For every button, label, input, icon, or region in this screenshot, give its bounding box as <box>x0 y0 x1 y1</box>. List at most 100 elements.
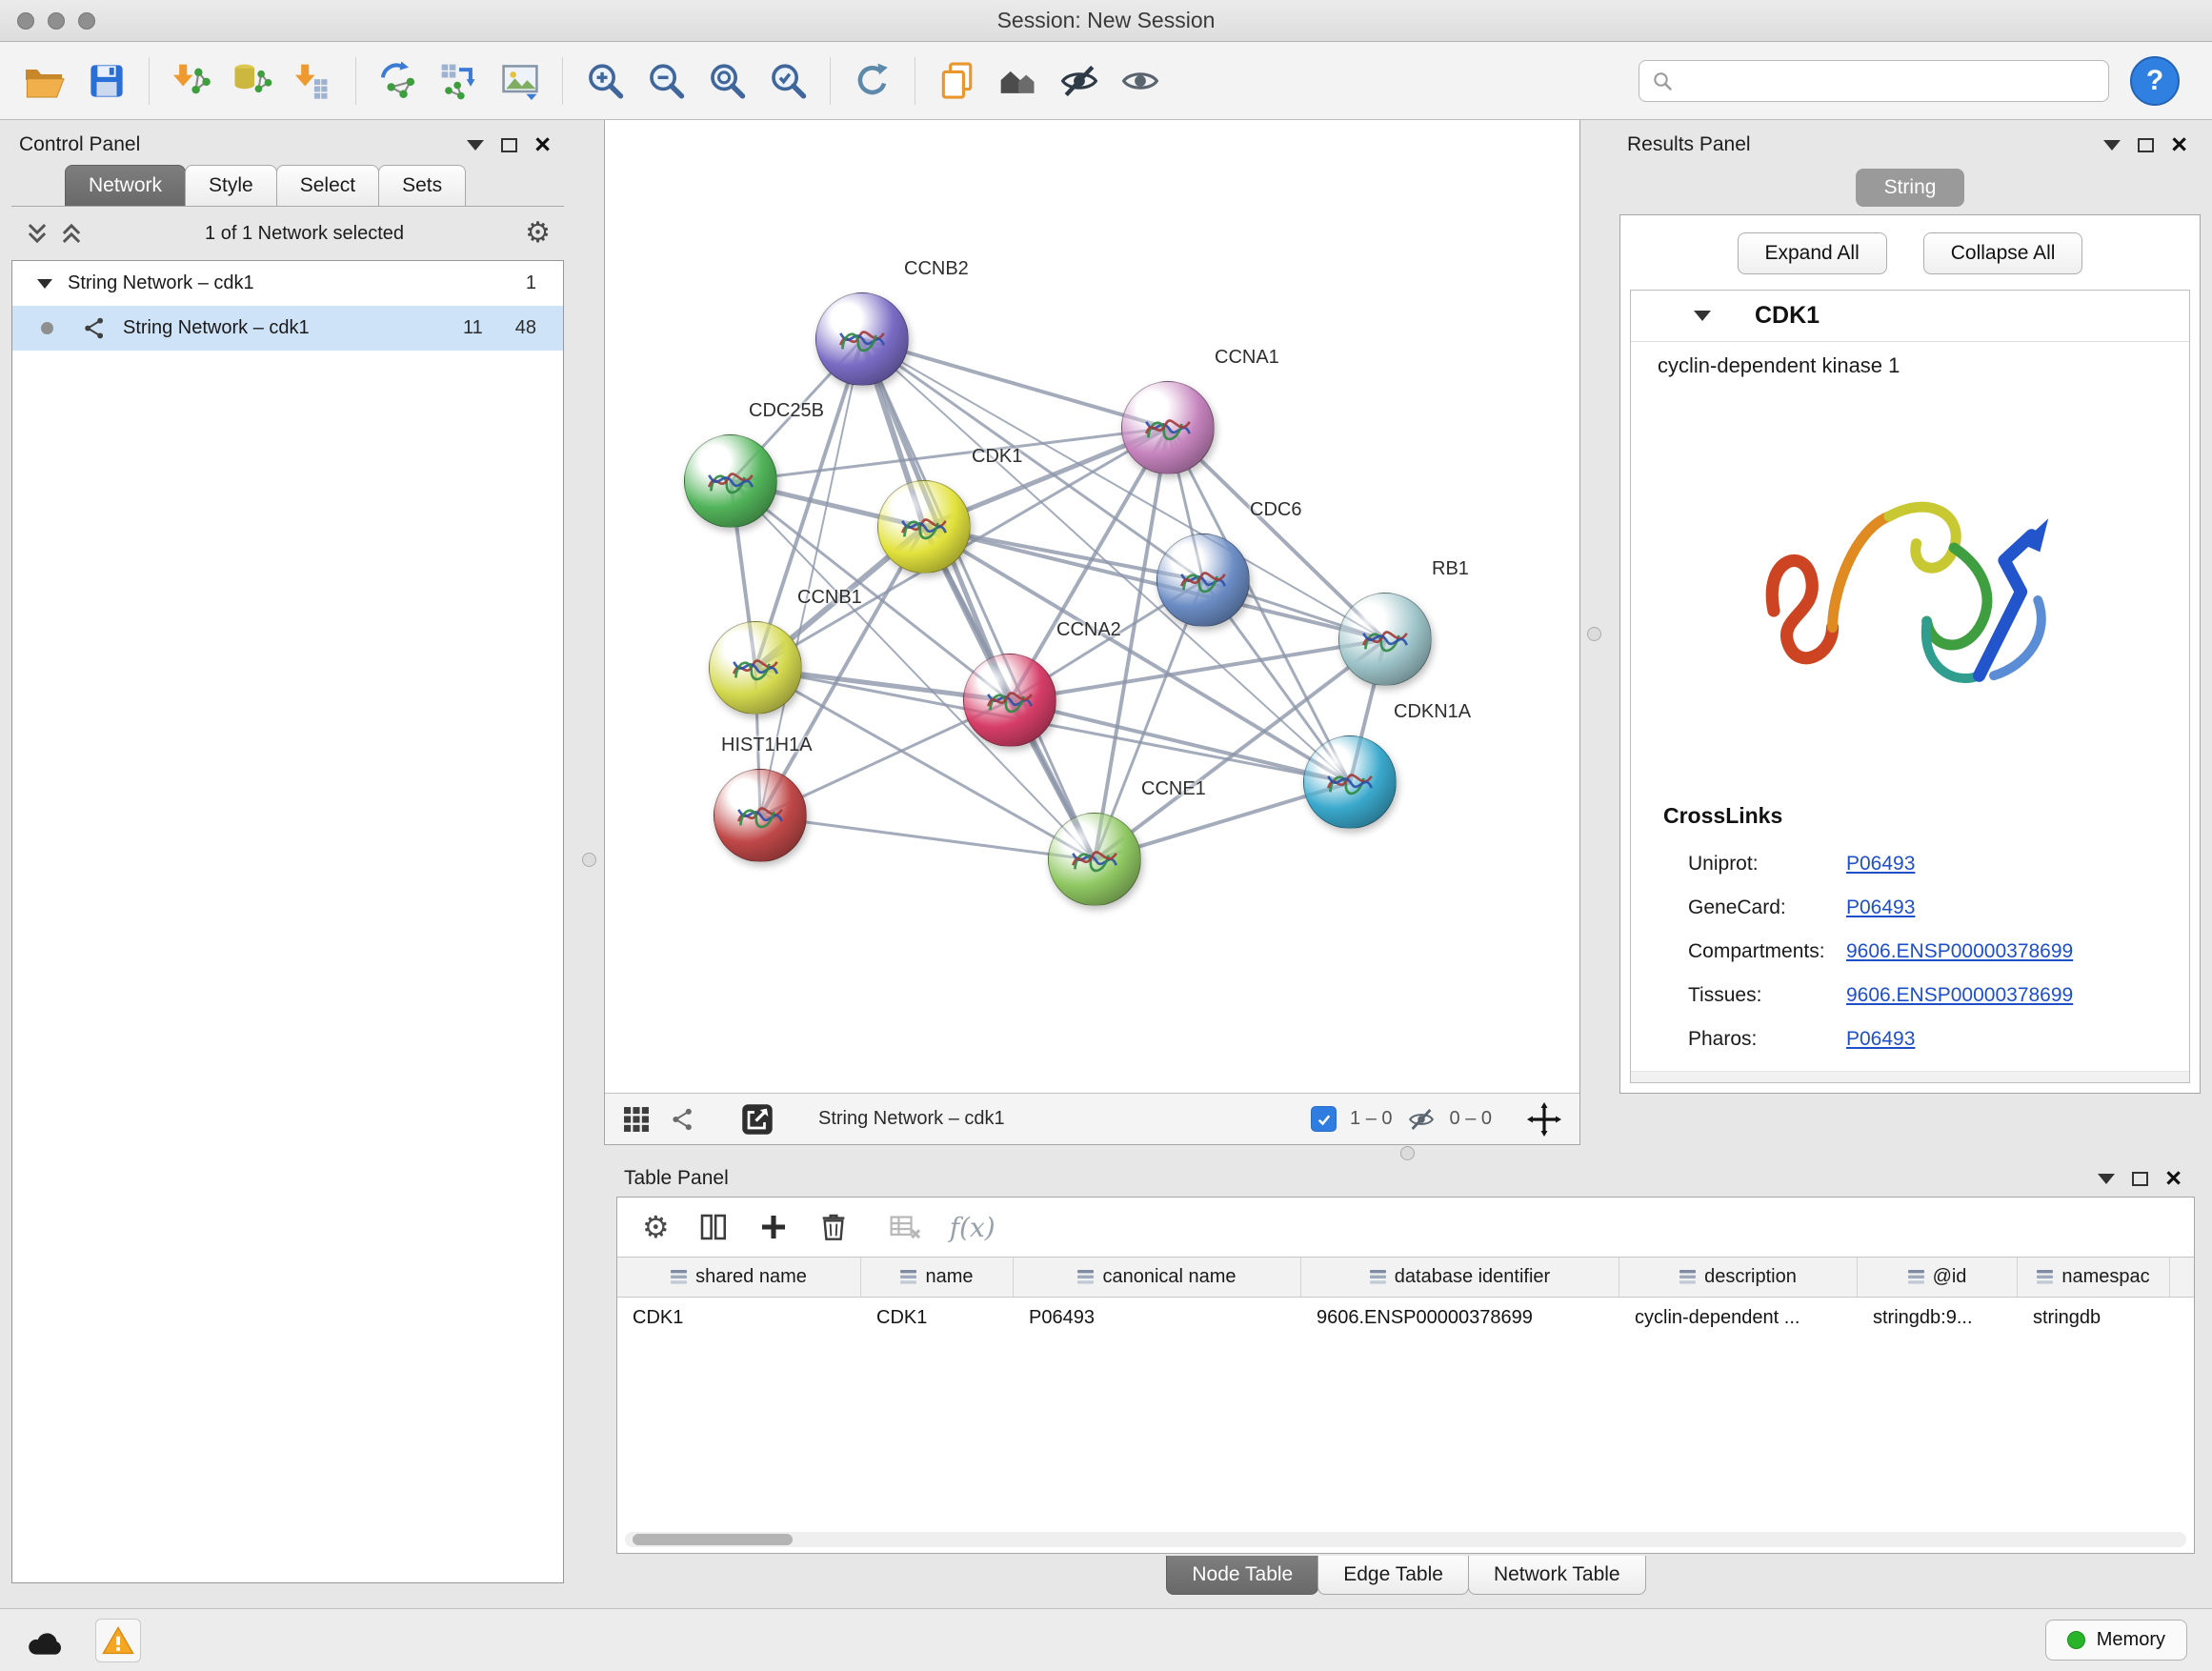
table-cell[interactable]: P06493 <box>1014 1298 1301 1338</box>
tab-node-table[interactable]: Node Table <box>1166 1556 1318 1595</box>
save-session-button[interactable] <box>78 50 135 111</box>
column-header-description[interactable]: description <box>1619 1258 1858 1297</box>
zoom-out-button[interactable] <box>637 50 694 111</box>
close-panel-icon[interactable]: × <box>2171 131 2187 159</box>
table-row[interactable]: CDK1CDK1P064939606.ENSP00000378699cyclin… <box>617 1298 2194 1338</box>
tab-network[interactable]: Network <box>65 165 186 206</box>
column-header-name[interactable]: name <box>861 1258 1014 1297</box>
network-node-ccnb1[interactable] <box>709 621 802 715</box>
tab-network-table[interactable]: Network Table <box>1468 1556 1646 1595</box>
table-cell[interactable]: stringdb <box>2018 1298 2170 1338</box>
table-cell[interactable]: 9606.ENSP00000378699 <box>1301 1298 1619 1338</box>
export-image-button[interactable] <box>492 50 549 111</box>
close-panel-icon[interactable]: × <box>534 131 551 159</box>
collapse-all-icon[interactable] <box>25 221 50 246</box>
minimize-window-button[interactable] <box>48 12 65 30</box>
grid-view-icon[interactable] <box>622 1105 651 1134</box>
crosslink-link-tissues[interactable]: 9606.ENSP00000378699 <box>1846 984 2073 1007</box>
network-node-cdkn1a[interactable] <box>1303 735 1397 829</box>
copy-document-button[interactable] <box>929 50 986 111</box>
table-settings-gear-icon[interactable]: ⚙ <box>642 1212 670 1242</box>
scrollbar-thumb[interactable] <box>633 1534 793 1545</box>
network-canvas[interactable]: CCNB2CCNA1CDC25BCDK1CDC6RB1CCNB1CCNA2CDK… <box>605 120 1579 1093</box>
import-network-from-database-button[interactable] <box>224 50 281 111</box>
pan-crosshair-icon[interactable] <box>1526 1101 1562 1137</box>
network-node-cdc25b[interactable] <box>684 434 777 528</box>
add-column-icon[interactable] <box>757 1211 790 1243</box>
search-box[interactable] <box>1639 60 2109 102</box>
function-builder-icon[interactable]: f(x) <box>950 1212 995 1243</box>
close-window-button[interactable] <box>17 12 34 30</box>
collapse-all-button[interactable]: Collapse All <box>1923 232 2083 274</box>
splitter-handle[interactable] <box>1400 1146 1415 1160</box>
network-node-cdc6[interactable] <box>1156 534 1250 627</box>
new-network-from-selection-button[interactable] <box>370 50 427 111</box>
collapse-panel-icon[interactable] <box>467 140 484 151</box>
collapse-panel-icon[interactable] <box>2098 1174 2115 1184</box>
network-node-ccna2[interactable] <box>963 654 1056 747</box>
expand-all-button[interactable]: Expand All <box>1738 232 1887 274</box>
zoom-in-button[interactable] <box>576 50 633 111</box>
help-button[interactable]: ? <box>2130 56 2180 106</box>
string-tab[interactable]: String <box>1856 169 1965 207</box>
table-cell[interactable]: stringdb:9... <box>1858 1298 2018 1338</box>
hide-selected-button[interactable] <box>1051 50 1108 111</box>
network-node-hist1h1a[interactable] <box>714 769 807 862</box>
open-session-button[interactable] <box>17 50 74 111</box>
tab-style[interactable]: Style <box>185 165 277 206</box>
import-table-from-file-button[interactable] <box>285 50 342 111</box>
memory-button[interactable]: Memory <box>2045 1620 2187 1661</box>
crosslink-link-compartments[interactable]: 9606.ENSP00000378699 <box>1846 940 2073 963</box>
apply-layout-button[interactable] <box>844 50 901 111</box>
float-panel-icon[interactable] <box>2138 138 2154 152</box>
tab-sets[interactable]: Sets <box>378 165 466 206</box>
column-header-shared-name[interactable]: shared name <box>617 1258 861 1297</box>
table-cell[interactable]: CDK1 <box>617 1298 861 1338</box>
network-node-ccna1[interactable] <box>1121 381 1215 474</box>
selected-checkbox[interactable] <box>1311 1106 1337 1132</box>
crosslink-link-pharos[interactable]: P06493 <box>1846 1028 1915 1051</box>
network-node-ccne1[interactable] <box>1048 813 1141 906</box>
card-scrollbar[interactable] <box>1631 1071 2189 1082</box>
column-header-database-identifier[interactable]: database identifier <box>1301 1258 1619 1297</box>
splitter-handle[interactable] <box>582 853 596 867</box>
table-cell[interactable]: CDK1 <box>861 1298 1014 1338</box>
column-header--id[interactable]: @id <box>1858 1258 2018 1297</box>
show-all-button[interactable] <box>1112 50 1169 111</box>
table-cell[interactable]: cyclin-dependent ... <box>1619 1298 1858 1338</box>
column-header-namespac[interactable]: namespac <box>2018 1258 2170 1297</box>
table-horizontal-scrollbar[interactable] <box>625 1532 2186 1547</box>
maximize-window-button[interactable] <box>78 12 95 30</box>
zoom-selected-button[interactable] <box>759 50 816 111</box>
search-input[interactable] <box>1683 70 2097 91</box>
import-network-from-file-button[interactable] <box>163 50 220 111</box>
cloud-icon[interactable] <box>25 1624 67 1657</box>
tab-edge-table[interactable]: Edge Table <box>1317 1556 1469 1595</box>
network-row-selected[interactable]: String Network – cdk1 11 48 <box>12 306 563 351</box>
float-panel-icon[interactable] <box>2132 1172 2148 1186</box>
warning-button[interactable] <box>95 1619 141 1662</box>
collapse-card-icon[interactable] <box>1694 311 1711 321</box>
crosslink-link-genecard[interactable]: P06493 <box>1846 896 1915 919</box>
detach-view-icon[interactable] <box>740 1102 774 1137</box>
network-node-ccnb2[interactable] <box>815 292 909 386</box>
network-overview-button[interactable] <box>990 50 1047 111</box>
clone-network-button[interactable] <box>431 50 488 111</box>
share-view-icon[interactable] <box>670 1106 696 1133</box>
crosslink-link-uniprot[interactable]: P06493 <box>1846 853 1915 876</box>
gear-icon[interactable]: ⚙ <box>525 219 551 248</box>
float-panel-icon[interactable] <box>501 138 517 152</box>
close-panel-icon[interactable]: × <box>2165 1165 2182 1193</box>
collection-expand-icon[interactable] <box>37 279 52 289</box>
network-node-cdk1[interactable] <box>877 480 971 574</box>
splitter-handle[interactable] <box>1587 627 1601 641</box>
network-node-rb1[interactable] <box>1338 593 1432 686</box>
collapse-panel-icon[interactable] <box>2103 140 2121 151</box>
network-collection-row[interactable]: String Network – cdk1 1 <box>12 261 563 306</box>
protein-card-header[interactable]: CDK1 <box>1631 291 2189 342</box>
expand-all-icon[interactable] <box>59 221 84 246</box>
tab-select[interactable]: Select <box>276 165 379 206</box>
show-columns-icon[interactable] <box>698 1212 729 1242</box>
column-header-canonical-name[interactable]: canonical name <box>1014 1258 1301 1297</box>
zoom-fit-button[interactable] <box>698 50 755 111</box>
